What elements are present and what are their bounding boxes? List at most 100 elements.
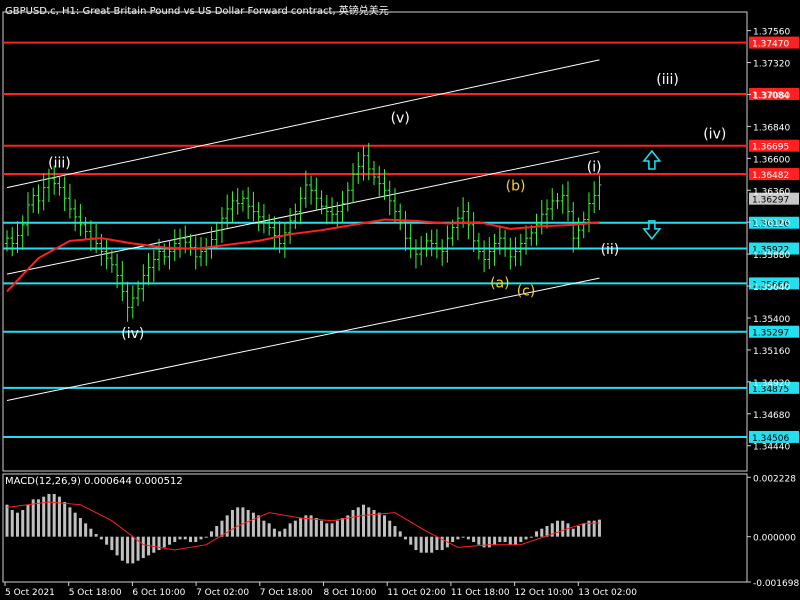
macd-bar — [341, 518, 345, 537]
macd-bar — [388, 520, 392, 537]
macd-bar — [351, 510, 355, 537]
macd-bar — [524, 536, 528, 540]
macd-bar — [535, 531, 539, 537]
macd-bar — [94, 534, 98, 537]
wave-label: (iv) — [121, 326, 144, 342]
macd-bar — [283, 528, 287, 537]
level-price-label: 1.35297 — [752, 329, 789, 339]
macd-bar — [10, 510, 14, 537]
macd-bar — [267, 523, 271, 537]
macd-bar — [183, 536, 187, 540]
y-tick-label: 1.35160 — [753, 347, 790, 357]
macd-bar — [26, 504, 30, 537]
macd-bar — [52, 494, 56, 537]
macd-bar — [529, 536, 533, 538]
wave-label: (ii) — [601, 242, 620, 258]
macd-bar — [215, 526, 219, 537]
x-tick-label: 11 Oct 02:00 — [387, 588, 446, 598]
macd-bar — [403, 536, 407, 540]
x-tick-label: 5 Oct 2021 — [5, 588, 55, 598]
macd-bar — [168, 536, 172, 545]
macd-bar — [131, 536, 135, 564]
y-tick-label: 1.37320 — [753, 60, 790, 70]
macd-bar — [325, 523, 329, 537]
y-tick-label: 1.37560 — [753, 28, 790, 38]
y-tick-label: 1.36600 — [753, 155, 790, 165]
macd-bar — [556, 520, 559, 537]
macd-bar — [272, 528, 276, 537]
macd-bar — [508, 536, 512, 545]
macd-bar — [493, 536, 497, 545]
macd-bar — [362, 504, 366, 537]
macd-bar — [472, 536, 476, 543]
macd-bar — [47, 494, 51, 537]
macd-bar — [230, 510, 234, 537]
x-tick-label: 6 Oct 10:00 — [132, 588, 185, 598]
macd-bar — [335, 520, 339, 537]
y-tick-label: 1.35400 — [753, 315, 790, 325]
macd-bar — [120, 536, 124, 561]
macd-bar — [519, 536, 523, 543]
macd-bar — [84, 523, 88, 537]
macd-bar — [356, 507, 360, 537]
macd-bar — [409, 536, 413, 545]
main-panel-border — [2, 11, 748, 472]
macd-bar — [498, 536, 502, 543]
macd-bar — [299, 518, 303, 537]
y-tick-label: 1.34680 — [753, 411, 790, 421]
macd-bar — [194, 536, 198, 543]
macd-bar — [456, 536, 460, 540]
price-levels: 1.374701.370841.366951.364821.361161.359… — [3, 36, 799, 444]
x-tick-label: 7 Oct 02:00 — [196, 588, 249, 598]
wave-label: (b) — [506, 178, 526, 194]
macd-bar — [393, 526, 397, 537]
macd-bar — [73, 512, 77, 537]
main-panel-frame — [2, 11, 748, 583]
macd-bar — [477, 536, 481, 545]
y-tick-label: 1.34920 — [753, 379, 790, 389]
level-price-label: 1.37470 — [752, 40, 789, 50]
macd-bar — [487, 536, 491, 548]
macd-bar — [514, 536, 518, 545]
y-tick-label: 1.35640 — [753, 283, 790, 293]
macd-bar — [262, 520, 266, 537]
macd-bar — [36, 499, 40, 537]
macd-bar — [419, 536, 423, 553]
macd-bar — [126, 536, 130, 564]
macd-bar — [110, 536, 114, 551]
price-chart[interactable]: 1.374701.370841.366951.364821.361161.359… — [0, 0, 800, 600]
macd-bar — [482, 536, 486, 548]
macd-bar — [162, 536, 166, 548]
macd-bar — [288, 523, 292, 537]
macd-bar — [540, 528, 544, 537]
macd-bar — [430, 536, 434, 553]
macd-bar — [105, 536, 109, 545]
arrow-up-icon — [642, 149, 662, 170]
wave-label: (iv) — [703, 126, 726, 142]
macd-bar — [236, 507, 240, 537]
wave-label: (iii) — [656, 72, 679, 88]
macd-bar — [382, 515, 386, 537]
macd-bar — [152, 536, 156, 553]
macd-bar — [141, 536, 145, 559]
y-tick-label: 1.35880 — [753, 251, 790, 261]
macd-bar — [199, 536, 203, 540]
macd-bar — [173, 536, 177, 543]
macd-bar — [21, 510, 25, 537]
macd-bar — [241, 507, 245, 537]
macd-bar — [89, 528, 93, 537]
macd-bar — [398, 531, 402, 537]
macd-bar — [424, 536, 428, 553]
macd-bar — [293, 520, 297, 537]
macd-bar — [115, 536, 119, 556]
x-tick-label: 13 Oct 02:00 — [578, 588, 637, 598]
macd-y-tick-label: 0.002228 — [753, 474, 796, 484]
macd-y-tick-label: 0.000000 — [753, 534, 796, 544]
y-tick-label: 1.36840 — [753, 123, 790, 133]
macd-bar — [314, 518, 318, 537]
macd-bar — [31, 499, 35, 537]
wave-label: (iii) — [48, 156, 71, 172]
y-tick-label: 1.37080 — [753, 91, 790, 101]
x-tick-label: 8 Oct 10:00 — [324, 588, 377, 598]
macd-bar — [178, 536, 182, 540]
